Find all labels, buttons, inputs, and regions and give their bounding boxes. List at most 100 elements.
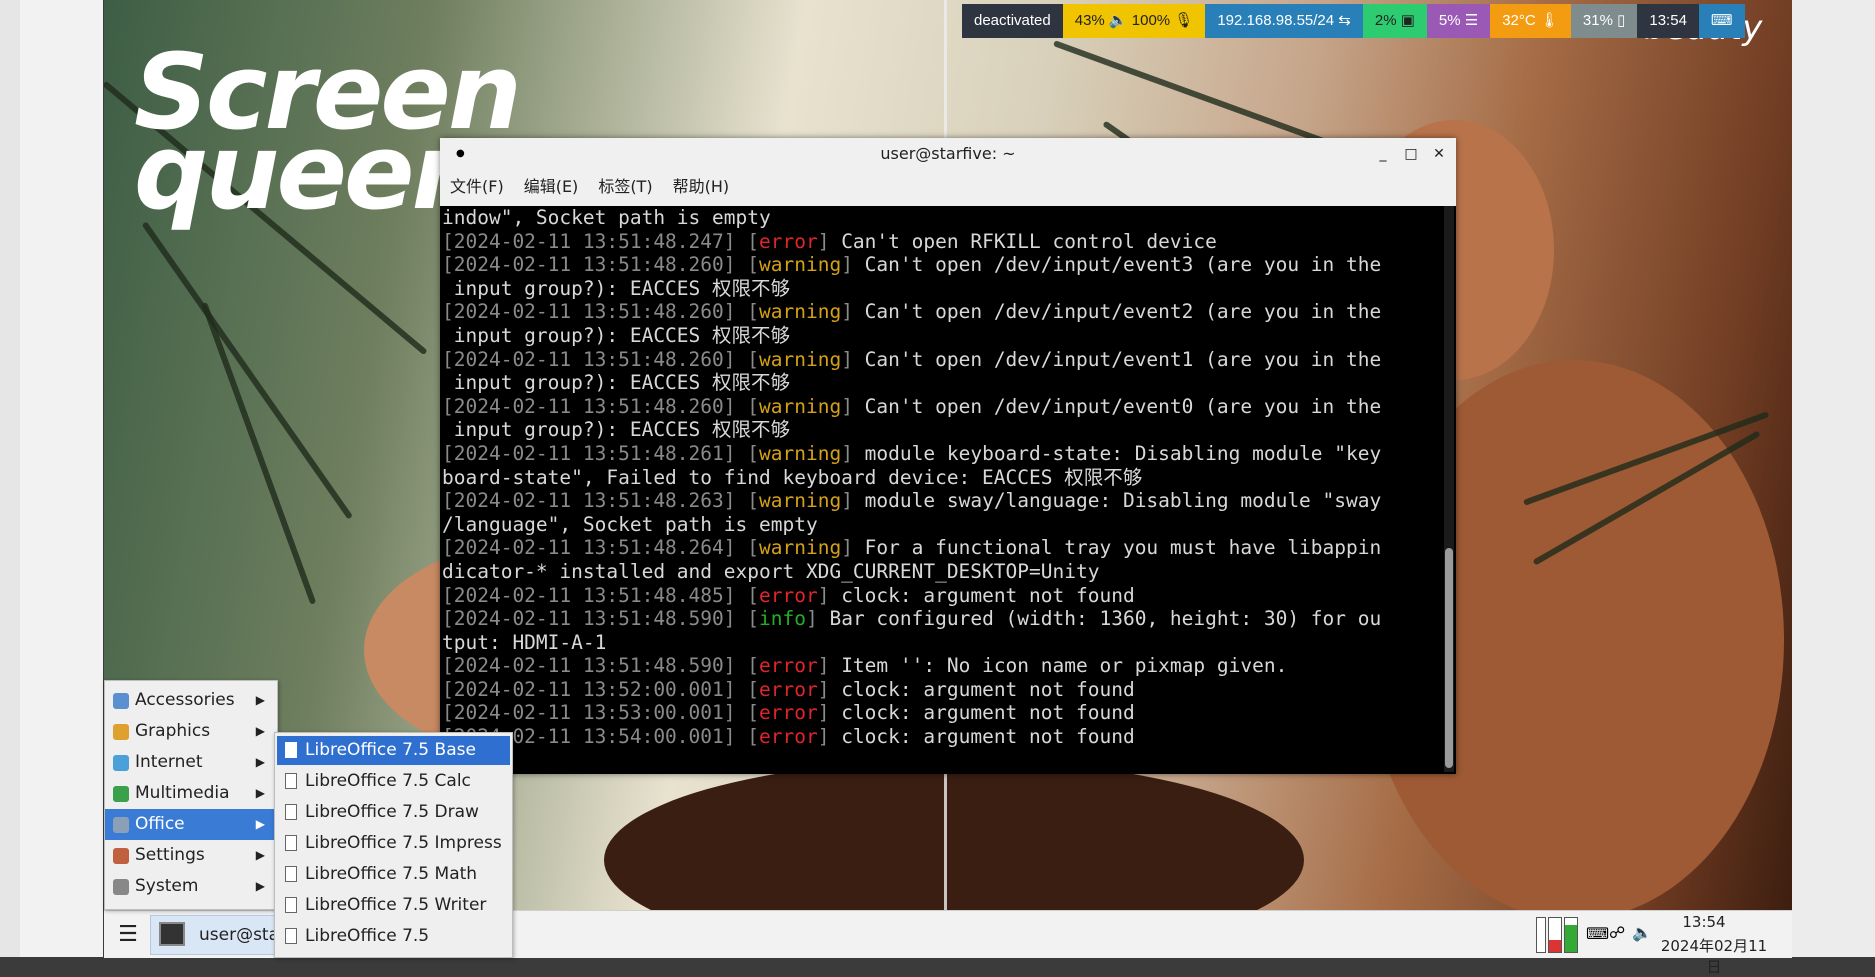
- start-menu-category-label: Graphics: [135, 721, 211, 741]
- log-timestamp: [2024-02-11 13:51:48.485]: [442, 583, 736, 607]
- status-clock[interactable]: 13:54: [1637, 4, 1699, 38]
- start-menu-category-label: Multimedia: [135, 783, 230, 803]
- wallpaper-hair-shape: [604, 760, 1304, 910]
- document-icon: [285, 773, 297, 789]
- internet-category-icon: [113, 755, 129, 771]
- document-icon: [285, 804, 297, 820]
- chevron-right-icon: ▶: [255, 724, 265, 738]
- terminal-menubar: 文件(F) 编辑(E) 标签(T) 帮助(H): [440, 170, 1456, 206]
- status-keyboard[interactable]: ⌨: [1698, 4, 1745, 38]
- document-icon: [285, 928, 297, 944]
- log-timestamp: [2024-02-11 13:53:00.001]: [442, 701, 736, 725]
- office-submenu: LibreOffice 7.5 Base LibreOffice 7.5 Calc…: [274, 732, 513, 958]
- status-memory[interactable]: 5% ☰: [1426, 4, 1491, 38]
- right-margin: [1792, 0, 1875, 957]
- submenu-item[interactable]: LibreOffice 7.5 Math: [277, 860, 510, 889]
- maximize-button[interactable]: □: [1400, 138, 1422, 170]
- wallpaper-frond: [201, 301, 317, 605]
- log-level: warning: [759, 394, 842, 418]
- log-level: warning: [759, 300, 842, 324]
- terminal-menu-item[interactable]: 标签(T): [588, 170, 662, 206]
- log-timestamp: [2024-02-11 13:51:48.260]: [442, 394, 736, 418]
- chevron-right-icon: ▶: [255, 693, 265, 707]
- left-margin: [20, 0, 103, 957]
- log-message: Can't open /dev/input/event1 (are you in…: [852, 347, 1382, 371]
- start-menu-category-office[interactable]: Office ▶: [105, 809, 277, 840]
- log-message: tput: HDMI-A-1: [442, 630, 607, 654]
- status-audio[interactable]: 43% 🔈 100% 🎙: [1062, 4, 1206, 38]
- terminal-menu-item[interactable]: 编辑(E): [514, 170, 589, 206]
- document-icon: [285, 866, 297, 882]
- system-category-icon: [113, 879, 129, 895]
- start-menu-category-label: System: [135, 876, 199, 896]
- submenu-item-label: LibreOffice 7.5 Draw: [305, 802, 479, 822]
- start-menu-category-graphics[interactable]: Graphics ▶: [105, 716, 277, 747]
- submenu-item-label: LibreOffice 7.5 Writer: [305, 895, 487, 915]
- document-icon: [285, 742, 297, 758]
- start-menu-category-label: Settings: [135, 845, 205, 865]
- start-menu-button[interactable]: ☰: [112, 919, 144, 951]
- start-menu-category-label: Internet: [135, 752, 203, 772]
- start-menu-category-label: Accessories: [135, 690, 235, 710]
- log-message: Bar configured (width: 1360, height: 30)…: [817, 607, 1382, 631]
- log-timestamp: [2024-02-11 13:51:48.261]: [442, 441, 736, 465]
- battery-graph-icon: [1564, 917, 1578, 953]
- taskbar-clock-date[interactable]: 2024年02月11日: [1654, 935, 1774, 977]
- wallpaper-title-line2: queen: [134, 111, 486, 233]
- cpu-graph-icon: [1536, 917, 1546, 953]
- submenu-item[interactable]: LibreOffice 7.5 Draw: [277, 798, 510, 827]
- close-button[interactable]: ✕: [1428, 138, 1450, 170]
- log-message: Can't open /dev/input/event3 (are you in…: [852, 253, 1382, 277]
- log-message: board-state", Failed to find keyboard de…: [442, 465, 1143, 489]
- taskbar-clock-time[interactable]: 13:54: [1654, 913, 1754, 931]
- terminal-line: board-state", Failed to find keyboard de…: [442, 466, 1440, 490]
- volume-icon[interactable]: 🔈: [1632, 923, 1652, 942]
- status-network[interactable]: 192.168.98.55/24 ⇆: [1205, 4, 1363, 38]
- status-battery[interactable]: 31% ▯: [1570, 4, 1638, 38]
- log-timestamp: [2024-02-11 13:52:00.001]: [442, 677, 736, 701]
- log-message: Can't open /dev/input/event0 (are you in…: [852, 394, 1382, 418]
- log-level: error: [759, 701, 818, 725]
- submenu-item[interactable]: LibreOffice 7.5 Impress: [277, 829, 510, 858]
- submenu-item[interactable]: LibreOffice 7.5 Calc: [277, 767, 510, 796]
- minimize-button[interactable]: _: [1372, 138, 1394, 170]
- terminal-menu-item[interactable]: 帮助(H): [663, 170, 740, 206]
- log-timestamp: [2024-02-11 13:51:48.260]: [442, 253, 736, 277]
- terminal-line: [2024-02-11 13:53:00.001] [error] clock:…: [442, 701, 1135, 725]
- log-level: error: [759, 583, 818, 607]
- terminal-line: dicator-* installed and export XDG_CURRE…: [442, 560, 1440, 584]
- start-menu-category-settings[interactable]: Settings ▶: [105, 840, 277, 871]
- log-level: warning: [759, 441, 842, 465]
- terminal-output[interactable]: indow", Socket path is empty [2024-02-11 …: [442, 206, 1440, 772]
- start-menu-category-accessories[interactable]: Accessories ▶: [105, 685, 277, 716]
- log-level: warning: [759, 347, 842, 371]
- log-message: For a functional tray you must have liba…: [852, 536, 1382, 560]
- start-menu-category-internet[interactable]: Internet ▶: [105, 747, 277, 778]
- log-timestamp: [2024-02-11 13:51:48.590]: [442, 607, 736, 631]
- terminal-window[interactable]: user@starfive: ~ ● _ □ ✕ 文件(F) 编辑(E) 标签(T)…: [440, 138, 1456, 774]
- submenu-item[interactable]: LibreOffice 7.5: [277, 922, 510, 951]
- status-temperature[interactable]: 32°C 🌡: [1490, 4, 1571, 38]
- terminal-line: input group?): EACCES 权限不够: [442, 418, 1440, 442]
- network-icon[interactable]: ☍: [1609, 923, 1625, 942]
- start-menu-category-system[interactable]: System ▶: [105, 871, 277, 902]
- terminal-line: [2024-02-11 13:51:48.247] [error] Can't …: [442, 229, 1217, 253]
- submenu-item[interactable]: LibreOffice 7.5 Writer: [277, 891, 510, 920]
- terminal-menu-item[interactable]: 文件(F): [440, 170, 514, 206]
- keyboard-icon[interactable]: ⌨: [1586, 924, 1609, 943]
- submenu-item-label: LibreOffice 7.5 Impress: [305, 833, 502, 853]
- status-cpu[interactable]: 2% ▣: [1362, 4, 1427, 38]
- log-message: Item '': No icon name or pixmap given.: [829, 654, 1288, 678]
- chevron-right-icon: ▶: [255, 755, 265, 769]
- window-menu-icon[interactable]: ●: [456, 138, 465, 170]
- start-menu-category-multimedia[interactable]: Multimedia ▶: [105, 778, 277, 809]
- terminal-line: [2024-02-11 13:51:48.260] [warning] Can'…: [442, 394, 1382, 418]
- submenu-item[interactable]: LibreOffice 7.5 Base: [277, 736, 510, 765]
- status-idle[interactable]: deactivated: [962, 4, 1063, 38]
- chevron-right-icon: ▶: [255, 879, 265, 893]
- terminal-titlebar[interactable]: user@starfive: ~: [440, 138, 1456, 171]
- taskbar-terminal-entry[interactable]: user@sta: [150, 915, 280, 955]
- left-dock: [0, 0, 21, 957]
- terminal-scrollbar-thumb[interactable]: [1445, 548, 1453, 768]
- terminal-line: input group?): EACCES 权限不够: [442, 371, 1440, 395]
